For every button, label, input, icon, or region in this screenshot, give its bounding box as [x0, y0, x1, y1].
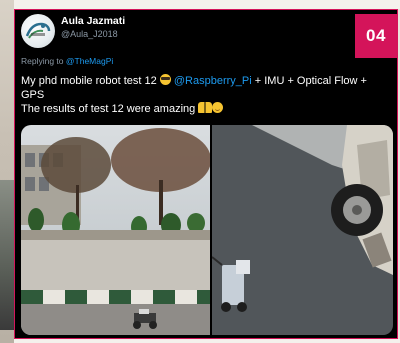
magazine-background-photo: [0, 180, 14, 330]
tweet-card: Aula Jazmati @Aula_J2018 04 Replying to …: [14, 9, 398, 339]
media-photo-left[interactable]: [21, 125, 210, 335]
tweet-text-line2: The results of test 12 were amazing: [21, 103, 196, 115]
smiling-face-with-sunglasses-icon: [159, 74, 171, 85]
user-handle[interactable]: @Aula_J2018: [61, 29, 118, 39]
tweet-text-part1: My phd mobile robot test 12: [21, 75, 157, 87]
magazine-page-bottom: [14, 339, 400, 343]
street-robot-photo: [21, 125, 210, 335]
raised-hands-icon: [198, 102, 213, 113]
replying-to-mention-link[interactable]: @TheMagPi: [66, 56, 113, 66]
avatar-logo-icon: [25, 22, 51, 39]
magazine-page-top: [14, 0, 400, 9]
replying-to-line: Replying to @TheMagPi: [21, 56, 113, 66]
mention-link[interactable]: @Raspberry_Pi: [174, 75, 252, 87]
display-name[interactable]: Aula Jazmati: [61, 15, 125, 27]
media-photo-right[interactable]: [212, 125, 393, 335]
replying-to-label: Replying to: [21, 56, 64, 66]
relieved-face-icon: [212, 102, 224, 113]
tweet-text: My phd mobile robot test 12 @Raspberry_P…: [21, 74, 387, 117]
tweet-media-grid: [21, 125, 393, 335]
road-closeup-photo: [212, 125, 393, 335]
avatar[interactable]: [21, 14, 55, 48]
issue-number-badge: 04: [355, 14, 397, 58]
